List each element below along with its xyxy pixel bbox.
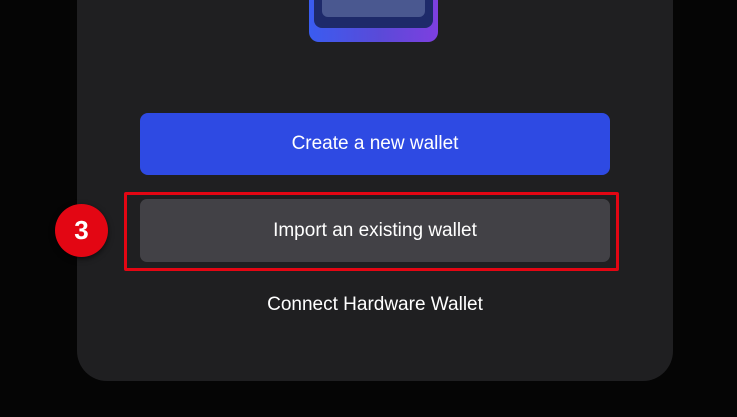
onboarding-card [77, 0, 673, 381]
connect-hardware-wallet-link[interactable]: Connect Hardware Wallet [140, 290, 610, 320]
step-number-badge: 3 [55, 204, 108, 257]
wallet-logo-icon [309, 0, 438, 42]
import-wallet-button[interactable]: Import an existing wallet [140, 199, 610, 262]
create-wallet-button[interactable]: Create a new wallet [140, 113, 610, 175]
logo-stripe [322, 0, 425, 17]
logo-inner-panel [314, 0, 433, 28]
